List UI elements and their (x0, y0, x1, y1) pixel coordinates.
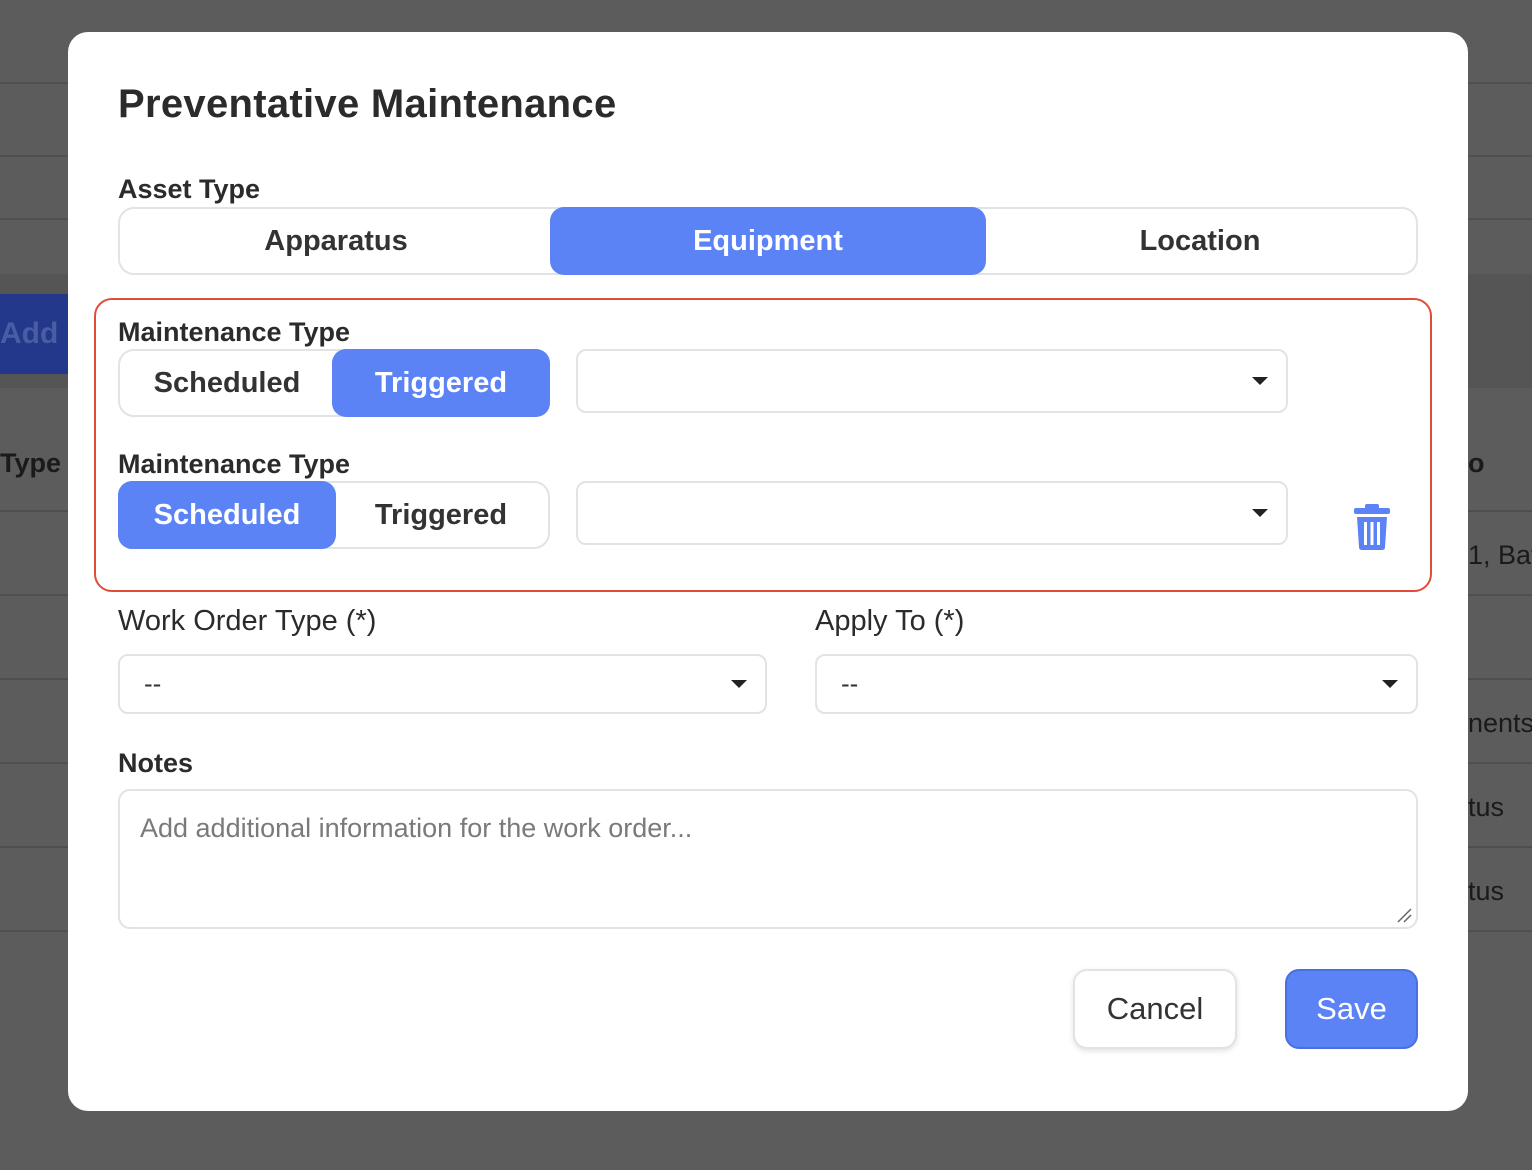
modal-title: Preventative Maintenance (118, 82, 617, 126)
maintenance-schedule-select[interactable] (576, 481, 1288, 545)
select-value: -- (841, 668, 859, 699)
maintenance-type-label: Maintenance Type (118, 449, 351, 479)
bg-fragment: nents (1468, 708, 1532, 738)
resize-handle-icon[interactable] (1396, 907, 1412, 923)
asset-type-label: Asset Type (118, 174, 261, 204)
maintenance-type-triggered[interactable]: Triggered (332, 481, 550, 549)
select-value: -- (144, 668, 162, 699)
asset-type-selector: Apparatus Equipment Location (118, 207, 1418, 275)
trash-icon[interactable] (1354, 504, 1390, 550)
bg-fragment: tus (1468, 792, 1505, 822)
work-order-type-select[interactable]: -- (118, 654, 767, 714)
bg-column-header: Type (0, 448, 62, 478)
asset-type-equipment[interactable]: Equipment (550, 207, 986, 275)
work-order-type-label: Work Order Type (*) (118, 605, 377, 637)
maintenance-trigger-select[interactable] (576, 349, 1288, 413)
maintenance-type-toggle: Scheduled Triggered (118, 349, 550, 417)
chevron-down-icon (731, 680, 747, 688)
apply-to-select[interactable]: -- (815, 654, 1418, 714)
bg-fragment: o (1468, 448, 1485, 478)
maintenance-type-scheduled[interactable]: Scheduled (118, 349, 336, 417)
save-button[interactable]: Save (1285, 969, 1418, 1049)
maintenance-type-label: Maintenance Type (118, 317, 351, 347)
chevron-down-icon (1252, 377, 1268, 385)
chevron-down-icon (1382, 680, 1398, 688)
bg-fragment: 1, Bat (1468, 540, 1532, 570)
chevron-down-icon (1252, 509, 1268, 517)
preventative-maintenance-modal: Preventative Maintenance Asset Type Appa… (68, 32, 1468, 1111)
notes-label: Notes (118, 748, 194, 778)
notes-textarea[interactable]: Add additional information for the work … (118, 789, 1418, 929)
cancel-button[interactable]: Cancel (1073, 969, 1237, 1049)
notes-placeholder: Add additional information for the work … (140, 813, 693, 843)
asset-type-apparatus[interactable]: Apparatus (118, 207, 554, 275)
bg-fragment: tus (1468, 876, 1505, 906)
maintenance-type-toggle: Scheduled Triggered (118, 481, 550, 549)
apply-to-label: Apply To (*) (815, 605, 965, 637)
asset-type-location[interactable]: Location (982, 207, 1418, 275)
maintenance-type-triggered[interactable]: Triggered (332, 349, 550, 417)
maintenance-type-scheduled[interactable]: Scheduled (118, 481, 336, 549)
